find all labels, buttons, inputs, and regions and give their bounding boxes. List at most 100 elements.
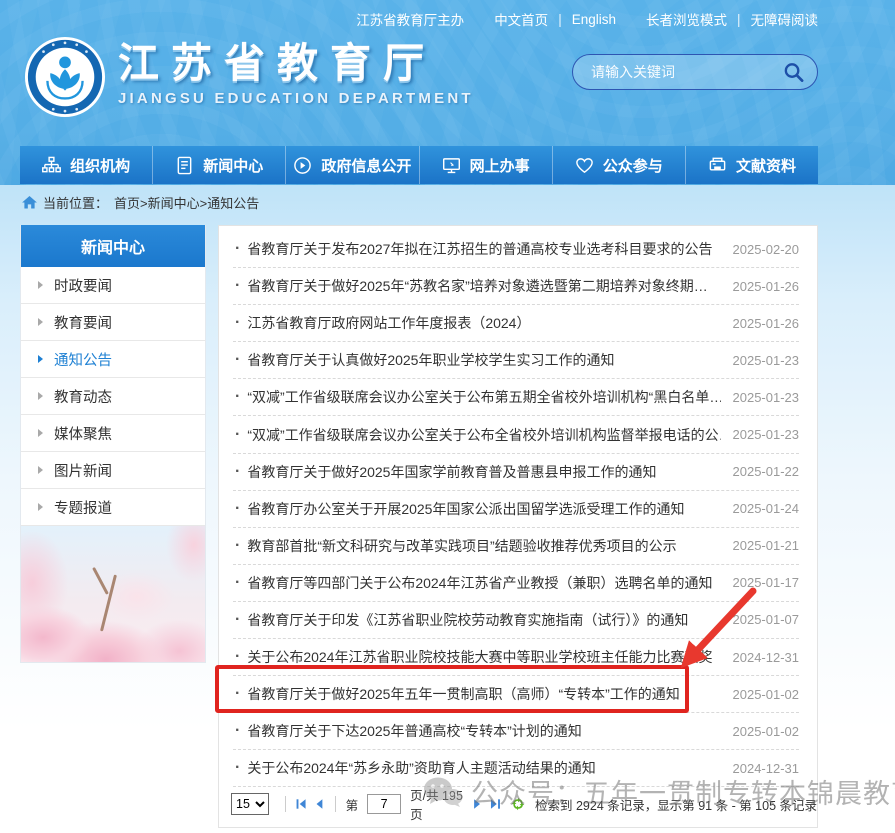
top-link-elder-mode[interactable]: 长者浏览模式: [646, 9, 727, 29]
first-page-icon[interactable]: [295, 796, 308, 812]
notice-row[interactable]: ·江苏省教育厅政府网站工作年度报表（2024）2025-01-26: [233, 305, 799, 342]
nav-item-gov-info[interactable]: 政府信息公开: [286, 146, 419, 184]
notice-date: 2025-01-17: [733, 575, 800, 590]
notice-row[interactable]: ·“双减”工作省级联席会议办公室关于公布第五期全省校外培训机构“黑白名单…202…: [233, 379, 799, 416]
notice-date: 2024-12-31: [733, 650, 800, 665]
logo-block: 江苏省教育厅 JIANGSU EDUCATION DEPARTMENT: [24, 36, 474, 118]
sidebar-item-notices[interactable]: 通知公告: [21, 341, 205, 378]
notice-row[interactable]: ·省教育厅关于发布2027年拟在江苏招生的普通高校专业选考科目要求的公告2025…: [233, 231, 799, 268]
notice-row[interactable]: · 教育部首批“新文科研究与改革实践项目”结题验收推荐优秀项目的公示 2025-01…: [233, 528, 799, 565]
nav-item-online-service[interactable]: 网上办事: [420, 146, 553, 184]
notice-title[interactable]: 省教育厅关于印发《江苏省职业院校劳动教育实施指南（试行）》的通知: [247, 610, 720, 630]
sidebar-item-label: 时政要闻: [54, 275, 112, 296]
monitor-icon: [442, 156, 461, 175]
sidebar-item-media-focus[interactable]: 媒体聚焦: [21, 415, 205, 452]
next-page-icon[interactable]: [471, 796, 484, 812]
nav-item-public-participation[interactable]: 公众参与: [553, 146, 686, 184]
notice-title[interactable]: 关于公布2024年“苏乡永助”资助育人主题活动结果的通知: [247, 758, 720, 778]
magnolia-decoration-image: [21, 526, 205, 662]
notice-row-highlighted[interactable]: ·省教育厅关于做好2025年五年一贯制高职（高师）“专转本”工作的通知2025-…: [233, 676, 799, 713]
notice-title[interactable]: 省教育厅关于认真做好2025年职业学校学生实习工作的通知: [247, 350, 720, 370]
sidebar: 新闻中心 时政要闻 教育要闻 通知公告 教育动态 媒体聚焦 图片新闻 专题报道: [20, 225, 206, 663]
notice-row[interactable]: · 省教育厅关于认真做好2025年职业学校学生实习工作的通知 2025-01-23: [233, 342, 799, 379]
top-link-chinese-home[interactable]: 中文首页: [494, 9, 548, 29]
notice-title[interactable]: 省教育厅关于发布2027年拟在江苏招生的普通高校专业选考科目要求的公告: [247, 239, 720, 259]
jiangsu-education-seal-icon: [24, 36, 106, 118]
bullet-icon: ·: [235, 240, 240, 258]
triangle-icon: [38, 466, 43, 474]
sidebar-item-special-reports[interactable]: 专题报道: [21, 489, 205, 526]
nav-item-news-center[interactable]: 新闻中心: [153, 146, 286, 184]
page-label-prefix: 第: [346, 795, 359, 814]
divider: [335, 796, 336, 812]
nav-item-documents[interactable]: 文献资料: [686, 146, 818, 184]
bullet-icon: ·: [235, 351, 240, 369]
page-number-input[interactable]: [367, 794, 401, 814]
bullet-icon: ·: [235, 500, 240, 518]
archive-icon: [708, 156, 727, 175]
triangle-icon: [38, 392, 43, 400]
twig-decoration: [92, 567, 108, 595]
notice-date: 2025-01-21: [733, 538, 800, 553]
pagination-bar: 15 第 页/共 195 页: [231, 790, 817, 818]
record-count-text: 检索到 2924 条记录，显示第 91 条 - 第 105 条记录: [535, 795, 817, 814]
top-link-accessibility[interactable]: 无障碍阅读: [751, 9, 819, 29]
bullet-icon: ·: [235, 537, 240, 555]
notice-date: 2025-01-02: [733, 687, 800, 702]
search-box: [572, 54, 818, 90]
notice-title[interactable]: 省教育厅办公室关于开展2025年国家公派出国留学选派受理工作的通知: [247, 499, 720, 519]
notice-title[interactable]: 省教育厅关于下达2025年普通高校“专转本”计划的通知: [247, 721, 720, 741]
notice-title[interactable]: 省教育厅关于做好2025年“苏教名家”培养对象遴选暨第二期培养对象终期…: [247, 276, 720, 296]
nav-label: 文献资料: [736, 155, 796, 176]
notice-row[interactable]: ·省教育厅关于做好2025年“苏教名家”培养对象遴选暨第二期培养对象终期…202…: [233, 268, 799, 305]
search-input[interactable]: [573, 64, 782, 80]
notice-title[interactable]: 江苏省教育厅政府网站工作年度报表（2024）: [247, 313, 720, 333]
notice-row[interactable]: ·“双减”工作省级联席会议办公室关于公布全省校外培训机构监督举报电话的公…202…: [233, 416, 799, 453]
nav-label: 公众参与: [603, 155, 663, 176]
nav-item-organization[interactable]: 组织机构: [20, 146, 153, 184]
breadcrumb-path[interactable]: 首页>新闻中心>通知公告: [114, 193, 259, 212]
sidebar-item-label: 教育动态: [54, 386, 112, 407]
heart-icon: [575, 156, 594, 175]
notice-row[interactable]: ·省教育厅关于做好2025年国家学前教育普及普惠县申报工作的通知2025-01-…: [233, 454, 799, 491]
notice-title[interactable]: 关于公布2024年江苏省职业院校技能大赛中等职业学校班主任能力比赛获奖: [247, 647, 720, 667]
notice-title[interactable]: 教育部首批“新文科研究与改革实践项目”结题验收推荐优秀项目的公示: [247, 536, 720, 556]
last-page-icon[interactable]: [489, 796, 502, 812]
notice-row[interactable]: · 关于公布2024年江苏省职业院校技能大赛中等职业学校班主任能力比赛获奖 2024…: [233, 639, 799, 676]
sidebar-item-education-news[interactable]: 教育要闻: [21, 304, 205, 341]
sidebar-item-label: 媒体聚焦: [54, 423, 112, 444]
page-label-suffix: 页/共 195 页: [410, 785, 464, 823]
news-doc-icon: [175, 156, 194, 175]
notice-title[interactable]: “双减”工作省级联席会议办公室关于公布第五期全省校外培训机构“黑白名单…: [247, 387, 720, 407]
bullet-icon: ·: [235, 574, 240, 592]
triangle-icon: [38, 281, 43, 289]
notice-date: 2025-01-23: [733, 353, 800, 368]
bullet-icon: ·: [235, 648, 240, 666]
top-link-host[interactable]: 江苏省教育厅主办: [356, 9, 464, 29]
bullet-icon: ·: [235, 722, 240, 740]
sidebar-item-current-politics[interactable]: 时政要闻: [21, 267, 205, 304]
notice-row[interactable]: ·省教育厅关于印发《江苏省职业院校劳动教育实施指南（试行）》的通知2025-01…: [233, 602, 799, 639]
notice-title[interactable]: 省教育厅等四部门关于公布2024年江苏省产业教授（兼职）选聘名单的通知: [247, 573, 720, 593]
sidebar-item-photo-news[interactable]: 图片新闻: [21, 452, 205, 489]
notice-title[interactable]: 省教育厅关于做好2025年五年一贯制高职（高师）“专转本”工作的通知: [247, 684, 720, 704]
page-size-select[interactable]: 15: [231, 793, 269, 815]
prev-page-icon[interactable]: [313, 796, 326, 812]
sidebar-item-label: 通知公告: [54, 349, 112, 370]
notice-row[interactable]: ·关于公布2024年“苏乡永助”资助育人主题活动结果的通知2024-12-31: [233, 750, 799, 787]
sidebar-item-label: 教育要闻: [54, 312, 112, 333]
refresh-icon[interactable]: [511, 795, 525, 813]
search-icon[interactable]: [782, 60, 805, 84]
notice-list-panel: · 省教育厅关于发布2027年拟在江苏招生的普通高校专业选考科目要求的公告 2025…: [218, 225, 818, 828]
notice-title[interactable]: 省教育厅关于做好2025年国家学前教育普及普惠县申报工作的通知: [247, 462, 720, 482]
top-link-english[interactable]: English: [572, 12, 616, 27]
site-subtitle: JIANGSU EDUCATION DEPARTMENT: [118, 90, 474, 107]
notice-list: · 省教育厅关于发布2027年拟在江苏招生的普通高校专业选考科目要求的公告 2025…: [219, 226, 817, 787]
notice-row[interactable]: ·省教育厅办公室关于开展2025年国家公派出国留学选派受理工作的通知2025-0…: [233, 491, 799, 528]
sidebar-item-education-trends[interactable]: 教育动态: [21, 378, 205, 415]
notice-row[interactable]: · 省教育厅等四部门关于公布2024年江苏省产业教授（兼职）选聘名单的通知 2025…: [233, 565, 799, 602]
home-icon: [22, 196, 37, 209]
page: 江苏省教育厅主办 中文首页 | English 长者浏览模式 | 无障碍阅读: [0, 0, 895, 833]
notice-title[interactable]: “双减”工作省级联席会议办公室关于公布全省校外培训机构监督举报电话的公…: [247, 425, 720, 445]
notice-row[interactable]: ·省教育厅关于下达2025年普通高校“专转本”计划的通知2025-01-02: [233, 713, 799, 750]
